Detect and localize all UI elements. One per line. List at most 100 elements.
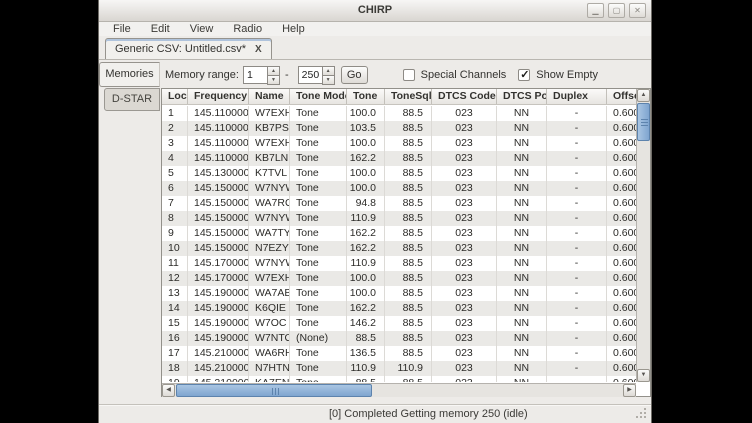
grid-cell[interactable]: 110.9: [347, 211, 385, 226]
grid-cell[interactable]: -: [547, 151, 607, 166]
column-header-tone-mode[interactable]: Tone Mode: [290, 89, 347, 105]
grid-cell[interactable]: 88.5: [385, 226, 432, 241]
grid-cell[interactable]: -: [547, 256, 607, 271]
grid-cell[interactable]: 0.600000: [607, 316, 636, 331]
grid-cell[interactable]: 0.600000: [607, 286, 636, 301]
grid-cell[interactable]: 0.600000: [607, 121, 636, 136]
grid-cell[interactable]: -: [547, 241, 607, 256]
minimize-icon[interactable]: ▁: [587, 3, 604, 18]
grid-cell[interactable]: 88.5: [347, 331, 385, 346]
grid-cell[interactable]: W7OC: [249, 316, 290, 331]
grid-cell[interactable]: 145.190000: [188, 316, 249, 331]
grid-cell[interactable]: 88.5: [385, 346, 432, 361]
column-header-offset[interactable]: Offset: [607, 89, 636, 105]
spin-down-icon[interactable]: ▼: [322, 75, 335, 85]
grid-cell[interactable]: 10: [162, 241, 188, 256]
grid-cell[interactable]: -: [547, 106, 607, 121]
sidebar-tab-memories[interactable]: Memories: [99, 62, 160, 87]
grid-cell[interactable]: 88.5: [385, 196, 432, 211]
grid-cell[interactable]: 6: [162, 181, 188, 196]
grid-cell[interactable]: 103.5: [347, 121, 385, 136]
grid-cell[interactable]: 100.0: [347, 166, 385, 181]
grid-cell[interactable]: 145.110000: [188, 121, 249, 136]
scroll-up-icon[interactable]: ▲: [637, 89, 650, 102]
tab-generic-csv[interactable]: Generic CSV: Untitled.csv* X: [105, 38, 272, 60]
grid-cell[interactable]: 13: [162, 286, 188, 301]
spin-down-icon[interactable]: ▼: [267, 75, 280, 85]
grid-cell[interactable]: 88.5: [385, 331, 432, 346]
scroll-left-icon[interactable]: ◀: [162, 384, 175, 397]
grid-cell[interactable]: 145.110000: [188, 136, 249, 151]
grid-cell[interactable]: 0.600000: [607, 151, 636, 166]
grid-cell[interactable]: NN: [497, 361, 547, 376]
grid-cell[interactable]: 146.2: [347, 316, 385, 331]
table-row[interactable]: 10145.150000N7EZYTone162.288.5023NN-0.60…: [162, 241, 636, 256]
grid-cell[interactable]: W7NYW: [249, 211, 290, 226]
grid-cell[interactable]: 023: [432, 316, 497, 331]
table-row[interactable]: 17145.210000WA6RHKTone136.588.5023NN-0.6…: [162, 346, 636, 361]
grid-cell[interactable]: 162.2: [347, 301, 385, 316]
grid-cell[interactable]: NN: [497, 106, 547, 121]
grid-cell[interactable]: KA7ENK: [249, 376, 290, 382]
grid-cell[interactable]: 100.0: [347, 136, 385, 151]
horizontal-scrollbar-thumb[interactable]: [176, 384, 372, 397]
grid-cell[interactable]: 023: [432, 136, 497, 151]
grid-cell[interactable]: NN: [497, 271, 547, 286]
grid-cell[interactable]: 023: [432, 271, 497, 286]
grid-cell[interactable]: 88.5: [385, 301, 432, 316]
special-channels-checkbox[interactable]: [403, 69, 415, 81]
grid-cell[interactable]: 023: [432, 286, 497, 301]
table-row[interactable]: 19145.210000KA7ENKTone88.588.5023NN-0.60…: [162, 376, 636, 382]
grid-cell[interactable]: 0.600000: [607, 211, 636, 226]
grid-cell[interactable]: 145.130000: [188, 166, 249, 181]
column-header-dtcs-pol[interactable]: DTCS Pol: [497, 89, 547, 105]
grid-cell[interactable]: Tone: [290, 121, 347, 136]
grid-cell[interactable]: 145.210000: [188, 361, 249, 376]
menu-view[interactable]: View: [180, 22, 224, 36]
column-header-dtcs-code[interactable]: DTCS Code: [432, 89, 497, 105]
grid-cell[interactable]: 14: [162, 301, 188, 316]
grid-cell[interactable]: Tone: [290, 346, 347, 361]
grid-cell[interactable]: 023: [432, 361, 497, 376]
table-row[interactable]: 18145.210000N7HTNTone110.9110.9023NN-0.6…: [162, 361, 636, 376]
spin-up-icon[interactable]: ▲: [322, 66, 335, 75]
grid-cell[interactable]: WA7ROB: [249, 196, 290, 211]
grid-cell[interactable]: Tone: [290, 151, 347, 166]
grid-cell[interactable]: WA7TYD: [249, 226, 290, 241]
grid-cell[interactable]: 0.600000: [607, 166, 636, 181]
grid-cell[interactable]: NN: [497, 286, 547, 301]
sidebar-tab-dstar[interactable]: D-STAR: [104, 88, 160, 111]
grid-cell[interactable]: 88.5: [385, 136, 432, 151]
grid-cell[interactable]: 023: [432, 331, 497, 346]
grid-cell[interactable]: 5: [162, 166, 188, 181]
grid-cell[interactable]: NN: [497, 346, 547, 361]
grid-cell[interactable]: NN: [497, 376, 547, 382]
grid-cell[interactable]: 145.210000: [188, 376, 249, 382]
grid-cell[interactable]: 11: [162, 256, 188, 271]
grid-cell[interactable]: NN: [497, 166, 547, 181]
grid-cell[interactable]: -: [547, 271, 607, 286]
grid-cell[interactable]: Tone: [290, 256, 347, 271]
grid-cell[interactable]: 1: [162, 106, 188, 121]
grid-cell[interactable]: NN: [497, 136, 547, 151]
grid-cell[interactable]: 023: [432, 376, 497, 382]
grid-cell[interactable]: NN: [497, 241, 547, 256]
grid-cell[interactable]: NN: [497, 301, 547, 316]
grid-cell[interactable]: W7NYW: [249, 181, 290, 196]
spin-up-icon[interactable]: ▲: [267, 66, 280, 75]
vertical-scrollbar[interactable]: ▲ ▼: [636, 89, 650, 382]
grid-cell[interactable]: W7EXH: [249, 106, 290, 121]
grid-cell[interactable]: Tone: [290, 211, 347, 226]
grid-cell[interactable]: 88.5: [385, 256, 432, 271]
grid-cell[interactable]: 9: [162, 226, 188, 241]
grid-cell[interactable]: N7EZY: [249, 241, 290, 256]
grid-cell[interactable]: -: [547, 316, 607, 331]
grid-cell[interactable]: 0.600000: [607, 181, 636, 196]
grid-cell[interactable]: 023: [432, 241, 497, 256]
grid-cell[interactable]: -: [547, 361, 607, 376]
grid-cell[interactable]: W7NTO: [249, 331, 290, 346]
grid-cell[interactable]: 100.0: [347, 271, 385, 286]
grid-cell[interactable]: 145.150000: [188, 211, 249, 226]
grid-cell[interactable]: 8: [162, 211, 188, 226]
grid-cell[interactable]: 023: [432, 256, 497, 271]
